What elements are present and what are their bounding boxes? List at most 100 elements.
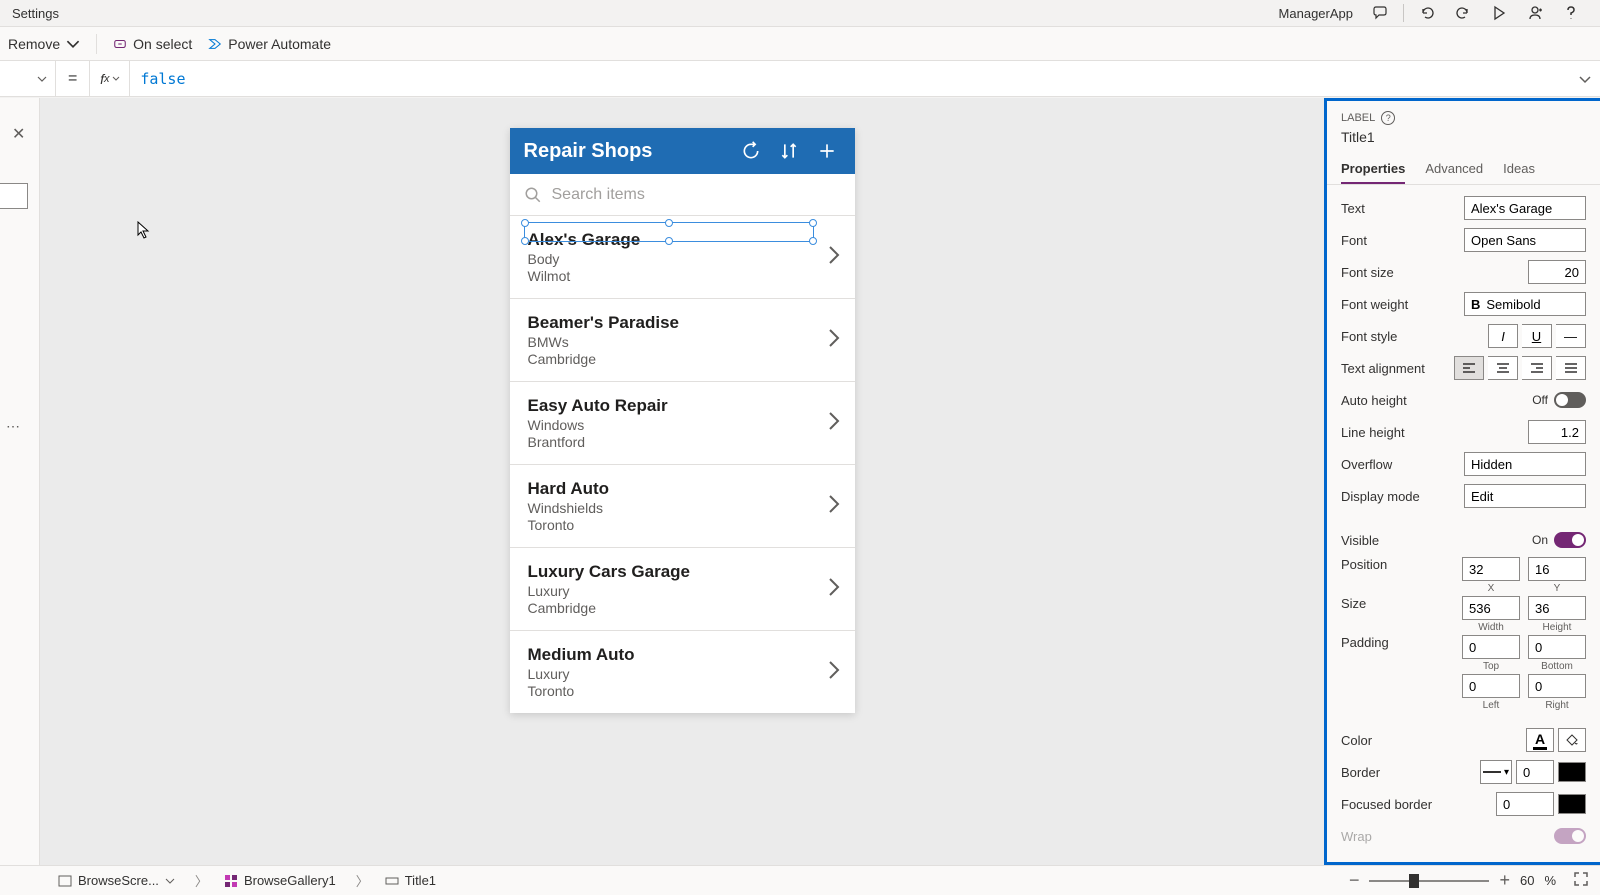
prop-fontweight-label: Font weight [1341,297,1464,312]
fx-label[interactable]: fx [89,61,129,96]
list-item[interactable]: Alex's Garage Body Wilmot [510,216,855,299]
formula-bar: = fx false [0,61,1600,97]
prop-displaymode-select[interactable]: Edit [1464,484,1586,508]
close-panel-icon[interactable]: ✕ [12,124,25,144]
list-item[interactable]: Hard Auto Windshields Toronto [510,465,855,548]
tab-advanced[interactable]: Advanced [1425,155,1483,184]
padding-left-input[interactable] [1462,674,1520,698]
align-right-button[interactable] [1522,356,1552,380]
property-selector[interactable] [0,61,56,96]
status-bar: BrowseScre... BrowseGallery1 Title1 − + … [0,865,1600,895]
chevron-right-icon[interactable] [827,577,841,602]
play-icon[interactable] [1482,0,1516,27]
sort-icon[interactable] [775,141,803,161]
more-icon[interactable]: ⋯ [6,418,22,435]
chevron-right-icon[interactable] [827,328,841,353]
breadcrumb-screen[interactable]: BrowseScre... [48,871,185,890]
item-subtitle: Luxury [528,583,827,599]
position-x-input[interactable] [1462,557,1520,581]
refresh-icon[interactable] [737,141,765,161]
border-width-input[interactable] [1516,760,1554,784]
chevron-right-icon[interactable] [827,660,841,685]
redo-icon[interactable] [1446,0,1480,27]
tree-stub[interactable] [0,183,28,209]
share-icon[interactable] [1518,0,1552,27]
padding-top-input[interactable] [1462,635,1520,659]
item-title: Medium Auto [528,645,827,665]
padding-bottom-input[interactable] [1528,635,1586,659]
focusedborder-color-swatch[interactable] [1558,794,1586,814]
align-left-button[interactable] [1454,356,1484,380]
chevron-right-icon[interactable] [827,411,841,436]
breadcrumb-gallery[interactable]: BrowseGallery1 [185,869,346,892]
prop-wrap-label: Wrap [1341,829,1554,844]
prop-padding-label: Padding [1341,635,1462,650]
prop-align-label: Text alignment [1341,361,1454,376]
remove-button[interactable]: Remove [8,36,80,52]
border-color-swatch[interactable] [1558,762,1586,782]
action-icon [113,37,127,51]
list-item[interactable]: Medium Auto Luxury Toronto [510,631,855,713]
chevron-right-icon[interactable] [827,494,841,519]
prop-lineheight-input[interactable] [1528,420,1586,444]
canvas[interactable]: Repair Shops Search items Alex's Garage … [40,98,1324,865]
prop-font-select[interactable]: Open Sans [1464,228,1586,252]
power-automate-icon [208,37,222,51]
padding-right-input[interactable] [1528,674,1586,698]
list-item[interactable]: Beamer's Paradise BMWs Cambridge [510,299,855,382]
expand-formula-icon[interactable] [1570,61,1600,96]
help-icon[interactable] [1554,0,1588,27]
item-subtitle: Luxury [528,666,827,682]
fill-color-button[interactable] [1558,728,1586,752]
prop-fontsize-label: Font size [1341,265,1528,280]
font-color-button[interactable]: A [1526,728,1554,752]
autoheight-toggle[interactable] [1554,392,1586,408]
underline-button[interactable]: U [1522,324,1552,348]
strikethrough-button[interactable]: — [1556,324,1586,348]
item-subtitle2: Toronto [528,517,827,533]
wrap-toggle[interactable] [1554,828,1586,844]
add-icon[interactable] [813,141,841,161]
formula-input[interactable]: false [129,61,1570,96]
on-select-button[interactable]: On select [113,36,192,52]
prop-color-label: Color [1341,733,1526,748]
undo-icon[interactable] [1410,0,1444,27]
help-icon[interactable]: ? [1381,111,1395,125]
item-title: Beamer's Paradise [528,313,827,333]
visible-toggle[interactable] [1554,532,1586,548]
item-title: Hard Auto [528,479,827,499]
breadcrumb-title[interactable]: Title1 [346,869,446,892]
tab-ideas[interactable]: Ideas [1503,155,1535,184]
align-justify-button[interactable] [1556,356,1586,380]
item-subtitle: Windows [528,417,827,433]
tab-properties[interactable]: Properties [1341,155,1405,184]
prop-focusedborder-label: Focused border [1341,797,1496,812]
prop-text-input[interactable] [1464,196,1586,220]
chevron-down-icon [112,75,120,83]
height-label: Height [1543,622,1572,633]
chevron-right-icon[interactable] [827,245,841,270]
italic-button[interactable]: I [1488,324,1518,348]
zoom-out-button[interactable]: − [1349,870,1360,891]
prop-overflow-select[interactable]: Hidden [1464,452,1586,476]
border-style-select[interactable]: ▾ [1480,760,1512,784]
position-y-input[interactable] [1528,557,1586,581]
search-box[interactable]: Search items [510,174,855,216]
prop-fontsize-input[interactable] [1528,260,1586,284]
fit-screen-icon[interactable] [1574,870,1588,891]
list-item[interactable]: Easy Auto Repair Windows Brantford [510,382,855,465]
item-subtitle2: Toronto [528,683,827,699]
prop-size-label: Size [1341,596,1462,611]
prop-fontweight-select[interactable]: BSemibold [1464,292,1586,316]
size-width-input[interactable] [1462,596,1520,620]
align-center-button[interactable] [1488,356,1518,380]
prop-fontstyle-label: Font style [1341,329,1488,344]
item-title: Alex's Garage [528,230,827,250]
focusedborder-input[interactable] [1496,792,1554,816]
virtual-agent-icon[interactable] [1363,0,1397,27]
size-height-input[interactable] [1528,596,1586,620]
power-automate-button[interactable]: Power Automate [208,36,331,52]
zoom-slider[interactable] [1369,880,1489,882]
list-item[interactable]: Luxury Cars Garage Luxury Cambridge [510,548,855,631]
zoom-in-button[interactable]: + [1499,870,1510,891]
